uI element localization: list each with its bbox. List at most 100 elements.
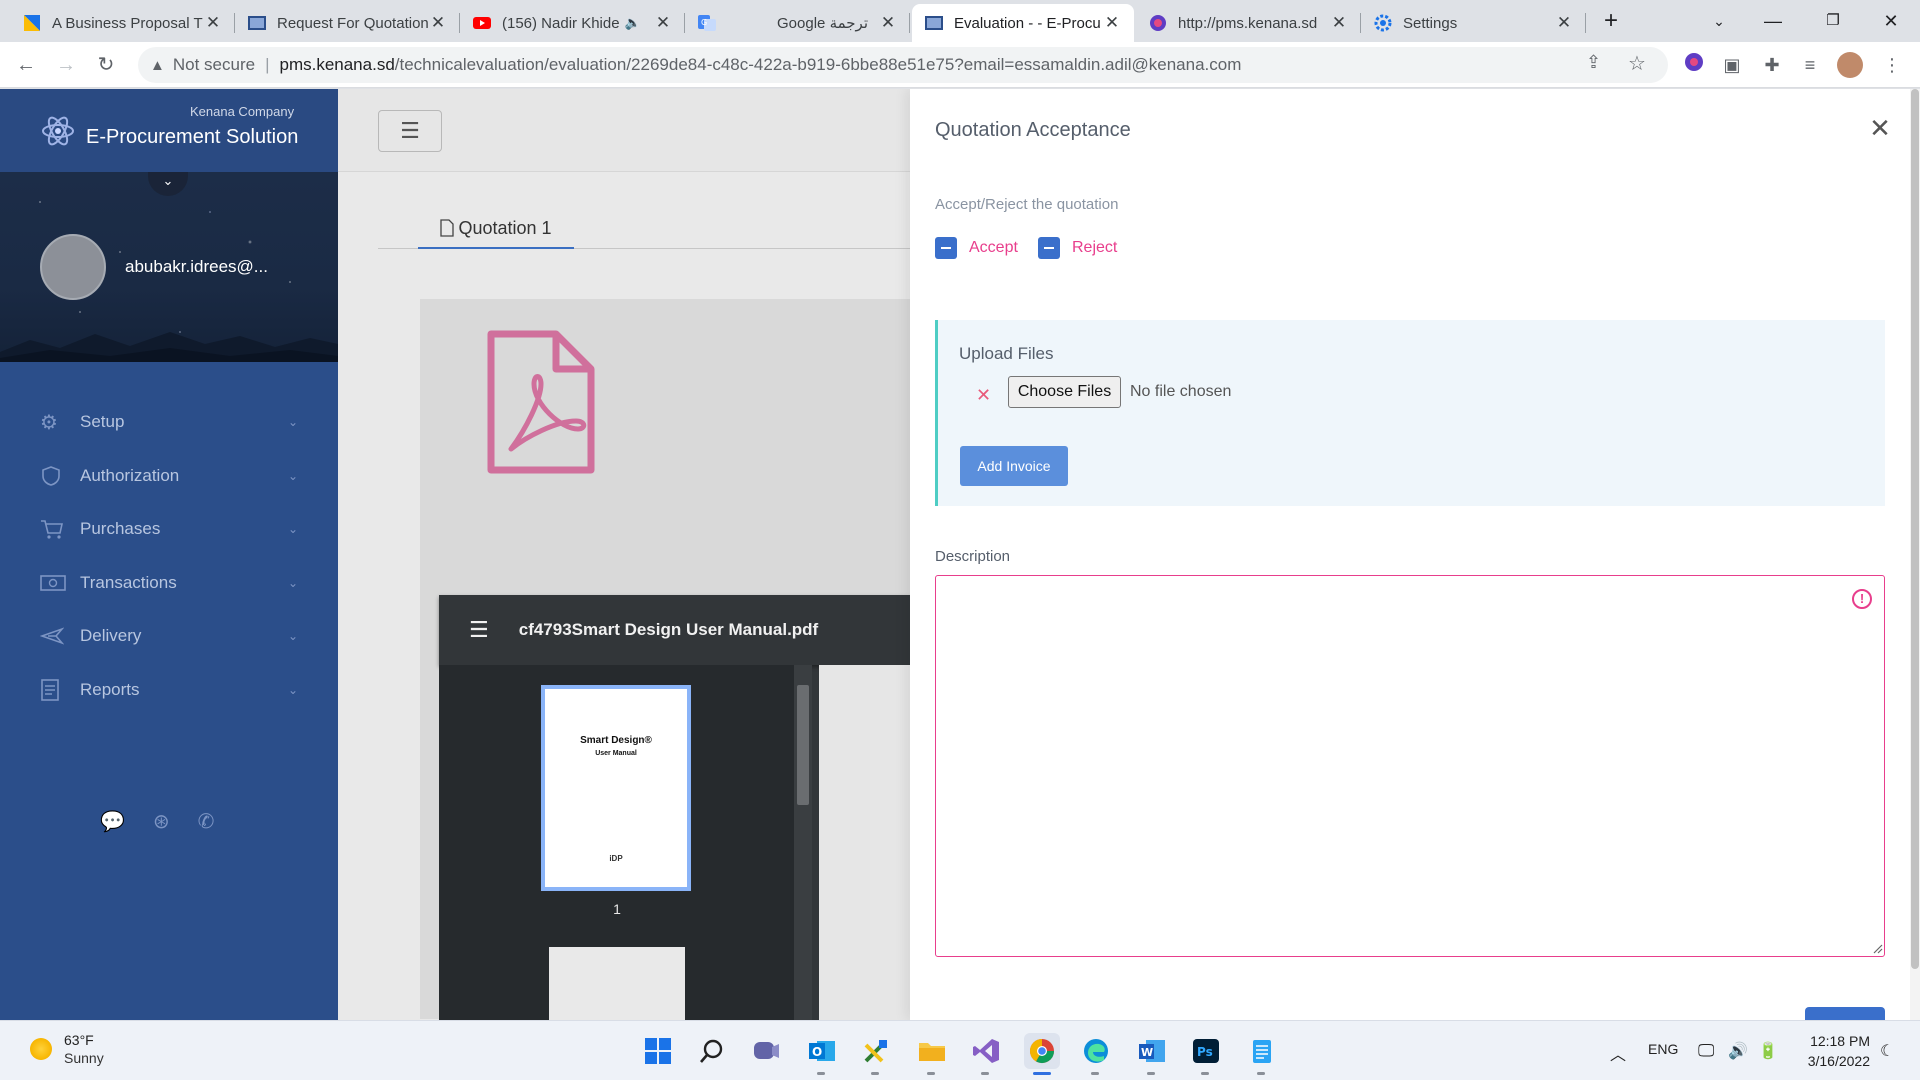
sidebar-footer: 💬 ⊛ ✆ [100, 809, 214, 834]
minimize-icon[interactable]: — [1750, 6, 1796, 36]
language-indicator[interactable]: ENG [1648, 1041, 1678, 1057]
close-tab-icon[interactable]: ✕ [878, 13, 898, 33]
svg-text:Ps: Ps [1197, 1045, 1213, 1059]
teams-chat-icon[interactable] [748, 1033, 784, 1069]
brand-header: Kenana Company E-Procurement Solution [0, 89, 338, 172]
user-name[interactable]: abubakr.idrees@... [125, 257, 268, 277]
reject-option[interactable]: Reject [1038, 237, 1117, 259]
remove-file-icon[interactable]: ✕ [976, 385, 991, 406]
battery-icon[interactable]: 🔋 [1758, 1041, 1778, 1061]
resize-grip-icon[interactable] [1871, 942, 1883, 954]
browser-tab-active[interactable]: Evaluation - - E-Procu ✕ [912, 4, 1134, 42]
security-label[interactable]: Not secure [173, 55, 255, 75]
outlook-icon[interactable]: O [804, 1033, 840, 1075]
reject-checkbox[interactable] [1038, 237, 1060, 259]
avatar[interactable] [40, 234, 106, 300]
pdf-viewer[interactable]: ☰ cf4793Smart Design User Manual.pdf Sma… [439, 595, 939, 1020]
restore-icon[interactable]: ❐ [1810, 6, 1856, 36]
photoshop-icon[interactable]: Ps [1188, 1033, 1224, 1075]
sun-icon [30, 1038, 52, 1060]
audio-icon[interactable]: 🔈 [623, 15, 643, 31]
temperature: 63°F [64, 1032, 94, 1048]
sidebar-item-purchases[interactable]: Purchases ⌄ [0, 504, 338, 554]
browser-tab[interactable]: http://pms.kenana.sd ✕ [1136, 4, 1361, 42]
tab-search-icon[interactable]: ⌄ [1696, 6, 1742, 36]
plane-icon [40, 624, 68, 648]
close-tab-icon[interactable]: ✕ [653, 13, 673, 33]
pdf-menu-icon[interactable]: ☰ [469, 617, 489, 643]
volume-icon[interactable]: 🔊 [1728, 1041, 1748, 1061]
browser-tab[interactable]: G Google ترجمة ✕ [685, 4, 910, 42]
close-tab-icon[interactable]: ✕ [203, 13, 223, 33]
menu-kebab-icon[interactable]: ⋮ [1878, 51, 1906, 79]
sidebar-item-reports[interactable]: Reports ⌄ [0, 665, 338, 715]
forward-icon[interactable]: → [52, 51, 80, 79]
drawer-scrollbar[interactable] [1910, 89, 1920, 1020]
extension-icon[interactable] [1680, 51, 1708, 79]
bookmark-star-icon[interactable]: ☆ [1628, 51, 1646, 76]
search-icon[interactable] [694, 1033, 730, 1069]
share-icon[interactable]: ⇪ [1586, 52, 1601, 73]
close-tab-icon[interactable]: ✕ [1102, 13, 1122, 33]
menu-toggle-button[interactable]: ☰ [378, 110, 442, 152]
start-icon[interactable] [640, 1033, 676, 1069]
close-window-icon[interactable]: ✕ [1868, 6, 1914, 36]
browser-tab[interactable]: Settings ✕ [1361, 4, 1586, 42]
taskbar: 63°F Sunny O W Ps ︿ ENG 🖵 🔊 🔋 12:18 PM 3… [0, 1020, 1920, 1080]
pdf-page-number: 1 [613, 901, 621, 917]
reload-icon[interactable]: ↻ [92, 51, 120, 79]
back-icon[interactable]: ← [12, 51, 40, 79]
pdf-page-thumbnail[interactable]: Smart Design® User Manual iDP [541, 685, 691, 891]
clock[interactable]: 12:18 PM 3/16/2022 [1800, 1031, 1870, 1071]
accept-option[interactable]: Accept [935, 237, 1018, 259]
notepad-icon[interactable] [1244, 1033, 1280, 1075]
edge-icon[interactable] [1078, 1033, 1114, 1075]
pdf-scrollbar[interactable] [794, 665, 812, 1020]
close-tab-icon[interactable]: ✕ [1329, 13, 1349, 33]
close-tab-icon[interactable]: ✕ [1554, 13, 1574, 33]
address-bar[interactable]: ▲ Not secure | pms.kenana.sd/technicalev… [138, 47, 1668, 83]
media-icon[interactable]: ≡ [1796, 51, 1824, 79]
slides-icon [24, 15, 40, 31]
sidebar-item-transactions[interactable]: Transactions ⌄ [0, 558, 338, 608]
warning-icon[interactable]: ▲ [150, 57, 165, 74]
reject-label[interactable]: Reject [1072, 239, 1117, 257]
picture-in-picture-icon[interactable]: ▣ [1718, 51, 1746, 79]
tools-icon[interactable] [858, 1033, 894, 1075]
new-tab-icon[interactable]: + [1588, 6, 1634, 36]
browser-tab[interactable]: A Business Proposal T ✕ [10, 4, 235, 42]
support-icon[interactable]: ⊛ [153, 809, 170, 834]
thumb-subtitle: User Manual [595, 750, 637, 757]
sidebar-item-delivery[interactable]: Delivery ⌄ [0, 611, 338, 661]
profile-avatar[interactable] [1836, 51, 1864, 79]
notification-icon[interactable]: ☾ [1880, 1041, 1894, 1061]
tab-quotation-1[interactable]: Quotation 1 [418, 209, 574, 249]
add-invoice-button[interactable]: Add Invoice [960, 446, 1068, 486]
close-icon[interactable]: ✕ [1865, 113, 1895, 144]
pdf-page-thumbnail[interactable] [549, 947, 685, 1020]
tray-overflow-icon[interactable]: ︿ [1610, 1041, 1626, 1065]
choose-files-button[interactable]: Choose Files [1008, 376, 1121, 408]
pdf-thumbnail-pane: Smart Design® User Manual iDP 1 [439, 665, 809, 1020]
file-explorer-icon[interactable] [914, 1033, 950, 1075]
browser-tab[interactable]: (156) Nadir Khide 🔈 ✕ [460, 4, 685, 42]
tab-title: http://pms.kenana.sd [1178, 14, 1318, 32]
pdf-file-icon[interactable] [486, 329, 596, 475]
network-icon[interactable]: 🖵 [1698, 1041, 1714, 1061]
sidebar-item-authorization[interactable]: Authorization ⌄ [0, 451, 338, 501]
accept-checkbox[interactable] [935, 237, 957, 259]
translate-icon: G [698, 15, 716, 31]
accept-label[interactable]: Accept [969, 239, 1018, 257]
puzzle-icon[interactable]: ✚ [1758, 51, 1786, 79]
close-tab-icon[interactable]: ✕ [428, 13, 448, 33]
chat-icon[interactable]: 💬 [100, 809, 125, 834]
sidebar-item-setup[interactable]: ⚙ Setup ⌄ [0, 397, 338, 447]
word-icon[interactable]: W [1134, 1033, 1170, 1075]
phone-icon[interactable]: ✆ [198, 809, 215, 834]
description-textarea[interactable] [935, 575, 1885, 957]
weather-widget[interactable]: 63°F Sunny [30, 1031, 104, 1067]
chrome-icon[interactable] [1024, 1033, 1060, 1075]
visual-studio-icon[interactable] [968, 1033, 1004, 1075]
submit-button[interactable] [1805, 1007, 1885, 1020]
browser-tab[interactable]: Request For Quotation ✕ [235, 4, 460, 42]
